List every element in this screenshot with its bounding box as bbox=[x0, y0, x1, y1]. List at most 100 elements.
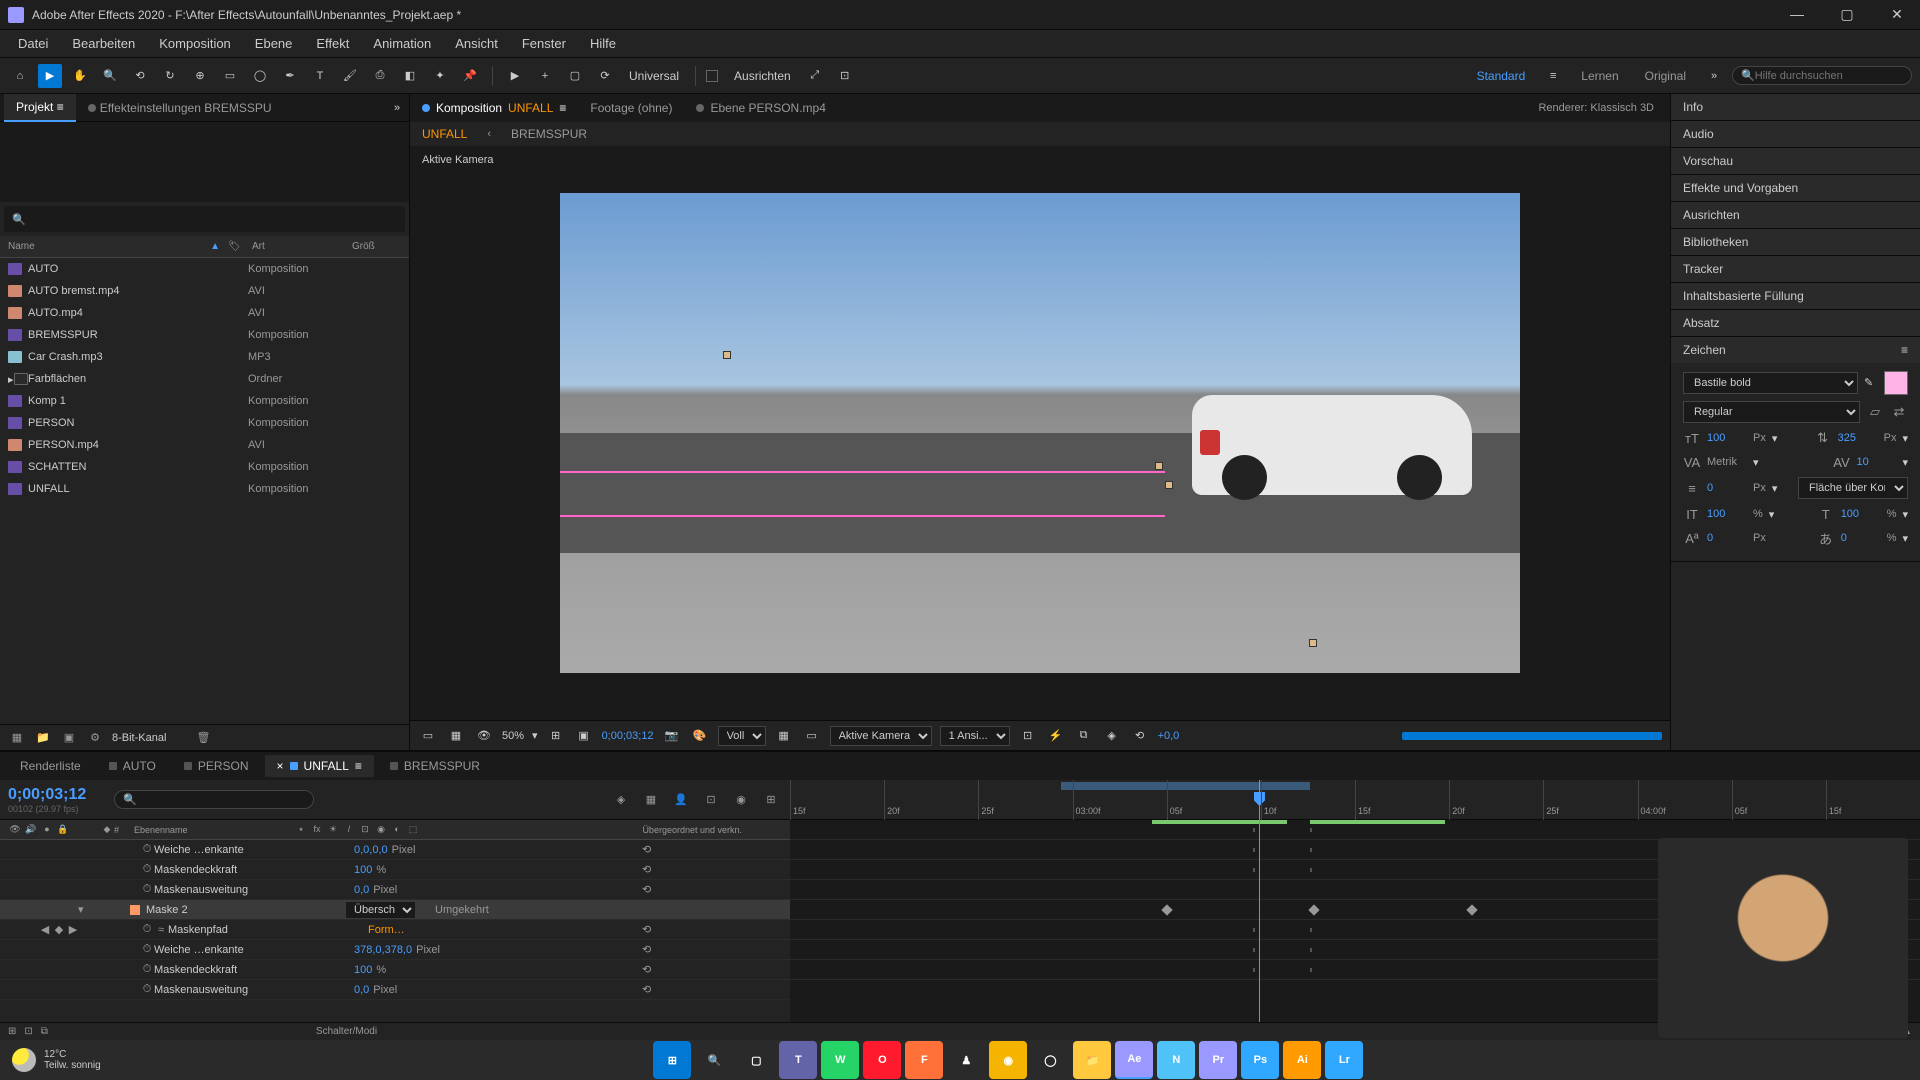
timeline-tab-bremsspur[interactable]: BREMSSPUR bbox=[378, 755, 492, 777]
col-size[interactable]: Größ bbox=[352, 241, 375, 252]
pickwhip-icon[interactable]: ⟲ bbox=[642, 844, 651, 856]
project-item[interactable]: AUTO Komposition bbox=[0, 258, 409, 280]
rect-tool[interactable]: ▭ bbox=[218, 64, 242, 88]
baseline-shift-value[interactable]: 0 bbox=[1707, 532, 1747, 544]
puppet-tool[interactable]: 📌 bbox=[458, 64, 482, 88]
transparency-grid-icon[interactable]: ▦ bbox=[446, 726, 466, 746]
property-row[interactable]: ◀◆▶ ⏱ ≈ Maskenpfad Form… ⟲ bbox=[0, 920, 790, 940]
ruler-tick[interactable]: 25f bbox=[978, 780, 1072, 820]
mask-mode-select[interactable]: Übersch bbox=[346, 902, 415, 918]
collapse-col-icon[interactable]: ☀ bbox=[326, 824, 340, 835]
pixel-aspect-icon[interactable]: ⊡ bbox=[1018, 726, 1038, 746]
frame-blend-col-icon[interactable]: ⊡ bbox=[358, 824, 372, 835]
zoom-value[interactable]: 50% bbox=[502, 730, 524, 742]
shy-col-icon[interactable]: ⭑ bbox=[294, 824, 308, 835]
weather-widget[interactable]: 12°C Teilw. sonnig bbox=[12, 1048, 101, 1072]
panel-ausrichten[interactable]: Ausrichten bbox=[1671, 202, 1920, 228]
menu-animation[interactable]: Animation bbox=[363, 32, 441, 55]
timeline-tab-renderlist[interactable]: Renderliste bbox=[8, 755, 93, 777]
ruler-tick[interactable]: 03:00f bbox=[1073, 780, 1167, 820]
pickwhip-icon[interactable]: ⟲ bbox=[642, 864, 651, 876]
refresh-tool[interactable]: ⟳ bbox=[593, 64, 617, 88]
menu-ebene[interactable]: Ebene bbox=[245, 32, 303, 55]
timeline-search[interactable]: 🔍 bbox=[114, 790, 314, 809]
pickwhip-icon[interactable]: ⟲ bbox=[642, 984, 651, 996]
taskbar-app-opera[interactable]: O bbox=[863, 1041, 901, 1079]
property-value[interactable]: 0,0 bbox=[354, 984, 369, 996]
new-folder-icon[interactable]: 📁 bbox=[34, 729, 52, 747]
col-label[interactable]: 🏷 bbox=[228, 241, 252, 252]
panel-vorschau[interactable]: Vorschau bbox=[1671, 148, 1920, 174]
motion-blur-col-icon[interactable]: ◉ bbox=[374, 824, 388, 835]
stopwatch-icon[interactable]: ⏱ bbox=[140, 883, 154, 897]
comp-tab-footage[interactable]: Footage (ohne) bbox=[582, 97, 680, 119]
menu-fenster[interactable]: Fenster bbox=[512, 32, 576, 55]
taskbar-app-app1[interactable]: ♟ bbox=[947, 1041, 985, 1079]
ruler-tick[interactable]: 15f bbox=[790, 780, 884, 820]
project-item[interactable]: AUTO.mp4 AVI bbox=[0, 302, 409, 324]
toggle-in-out-icon[interactable]: ⧉ bbox=[41, 1026, 48, 1037]
panel-tracker[interactable]: Tracker bbox=[1671, 256, 1920, 282]
pickwhip-icon[interactable]: ⟲ bbox=[642, 944, 651, 956]
project-item[interactable]: Komp 1 Komposition bbox=[0, 390, 409, 412]
property-value[interactable]: 100 bbox=[354, 964, 372, 976]
font-style-select[interactable]: Regular bbox=[1683, 401, 1860, 423]
lock-switch-icon[interactable]: 🔒 bbox=[56, 824, 70, 835]
track-row[interactable] bbox=[790, 820, 1920, 840]
workspace-more-icon[interactable]: » bbox=[1702, 64, 1726, 88]
resolution-select[interactable]: Voll bbox=[718, 726, 766, 746]
timeline-tab-unfall[interactable]: × UNFALL ≡ bbox=[265, 755, 374, 777]
timeline-ruler[interactable]: 15f20f25f03:00f05f10f15f20f25f04:00f05f1… bbox=[790, 780, 1920, 820]
selection-tool[interactable]: ▶ bbox=[38, 64, 62, 88]
tab-menu-icon[interactable]: ≡ bbox=[57, 100, 64, 114]
view-select[interactable]: Aktive Kamera bbox=[830, 726, 932, 746]
col-type[interactable]: Art bbox=[252, 241, 352, 252]
taskbar-app-premiere[interactable]: Pr bbox=[1199, 1041, 1237, 1079]
taskbar-app-photoshop[interactable]: Ps bbox=[1241, 1041, 1279, 1079]
no-fill-icon[interactable]: ▱ bbox=[1866, 403, 1884, 421]
views-count-select[interactable]: 1 Ansi... bbox=[940, 726, 1010, 746]
tab-menu-icon[interactable]: ≡ bbox=[559, 101, 566, 115]
keyframe[interactable] bbox=[1161, 904, 1172, 915]
snapshot-icon[interactable]: 📷 bbox=[662, 726, 682, 746]
guides-icon[interactable]: ▭ bbox=[802, 726, 822, 746]
brush-tool[interactable]: 🖌 bbox=[338, 64, 362, 88]
taskbar-app-start[interactable]: ⊞ bbox=[653, 1041, 691, 1079]
taskbar-app-notes[interactable]: N bbox=[1157, 1041, 1195, 1079]
menu-bearbeiten[interactable]: Bearbeiten bbox=[62, 32, 145, 55]
orbit-tool[interactable]: ⟲ bbox=[128, 64, 152, 88]
font-family-select[interactable]: Bastile bold bbox=[1683, 372, 1858, 394]
pickwhip-icon[interactable]: ⟲ bbox=[642, 884, 651, 896]
project-item[interactable]: UNFALL Komposition bbox=[0, 478, 409, 500]
home-tool[interactable]: ⌂ bbox=[8, 64, 32, 88]
stroke-width-value[interactable]: 0 bbox=[1707, 482, 1747, 494]
taskbar-app-obs[interactable]: ◯ bbox=[1031, 1041, 1069, 1079]
dropdown-icon[interactable]: ▾ bbox=[1753, 456, 1759, 469]
workspace-lernen[interactable]: Lernen bbox=[1571, 69, 1628, 83]
panel-effekte-und-vorgaben[interactable]: Effekte und Vorgaben bbox=[1671, 175, 1920, 201]
project-item[interactable]: AUTO bremst.mp4 AVI bbox=[0, 280, 409, 302]
kerning-value[interactable]: Metrik bbox=[1707, 456, 1747, 468]
col-parent[interactable]: Übergeordnet und verkn. bbox=[642, 825, 742, 835]
roto-tool[interactable]: ✦ bbox=[428, 64, 452, 88]
reset-exposure-icon[interactable]: ⟲ bbox=[1130, 726, 1150, 746]
dropdown-icon[interactable]: ▾ bbox=[1902, 532, 1908, 545]
local-axis-tool[interactable]: ▶ bbox=[503, 64, 527, 88]
stopwatch-icon[interactable]: ⏱ bbox=[140, 923, 154, 937]
timeline-icon[interactable]: ⧉ bbox=[1074, 726, 1094, 746]
keyframe-nav-icon[interactable]: ◆ bbox=[100, 824, 114, 835]
stopwatch-icon[interactable]: ⏱ bbox=[140, 983, 154, 997]
close-button[interactable]: ✕ bbox=[1882, 6, 1912, 23]
project-item[interactable]: SCHATTEN Komposition bbox=[0, 456, 409, 478]
comp-mini-flowchart-icon[interactable]: ◈ bbox=[610, 789, 632, 811]
dropdown-icon[interactable]: ▾ bbox=[1769, 508, 1775, 521]
always-preview-icon[interactable]: ▭ bbox=[418, 726, 438, 746]
keyframe-nav-next[interactable]: ▶ bbox=[66, 923, 80, 937]
audio-switch-icon[interactable]: 🔊 bbox=[24, 824, 38, 835]
snap-tool[interactable]: ⤢ bbox=[803, 64, 827, 88]
shy-icon[interactable]: 👤 bbox=[670, 789, 692, 811]
current-time[interactable]: 0;00;03;12 bbox=[602, 730, 654, 742]
property-value[interactable]: 100 bbox=[354, 864, 372, 876]
workspace-menu-icon[interactable]: ≡ bbox=[1541, 64, 1565, 88]
flowchart-icon[interactable]: ◈ bbox=[1102, 726, 1122, 746]
